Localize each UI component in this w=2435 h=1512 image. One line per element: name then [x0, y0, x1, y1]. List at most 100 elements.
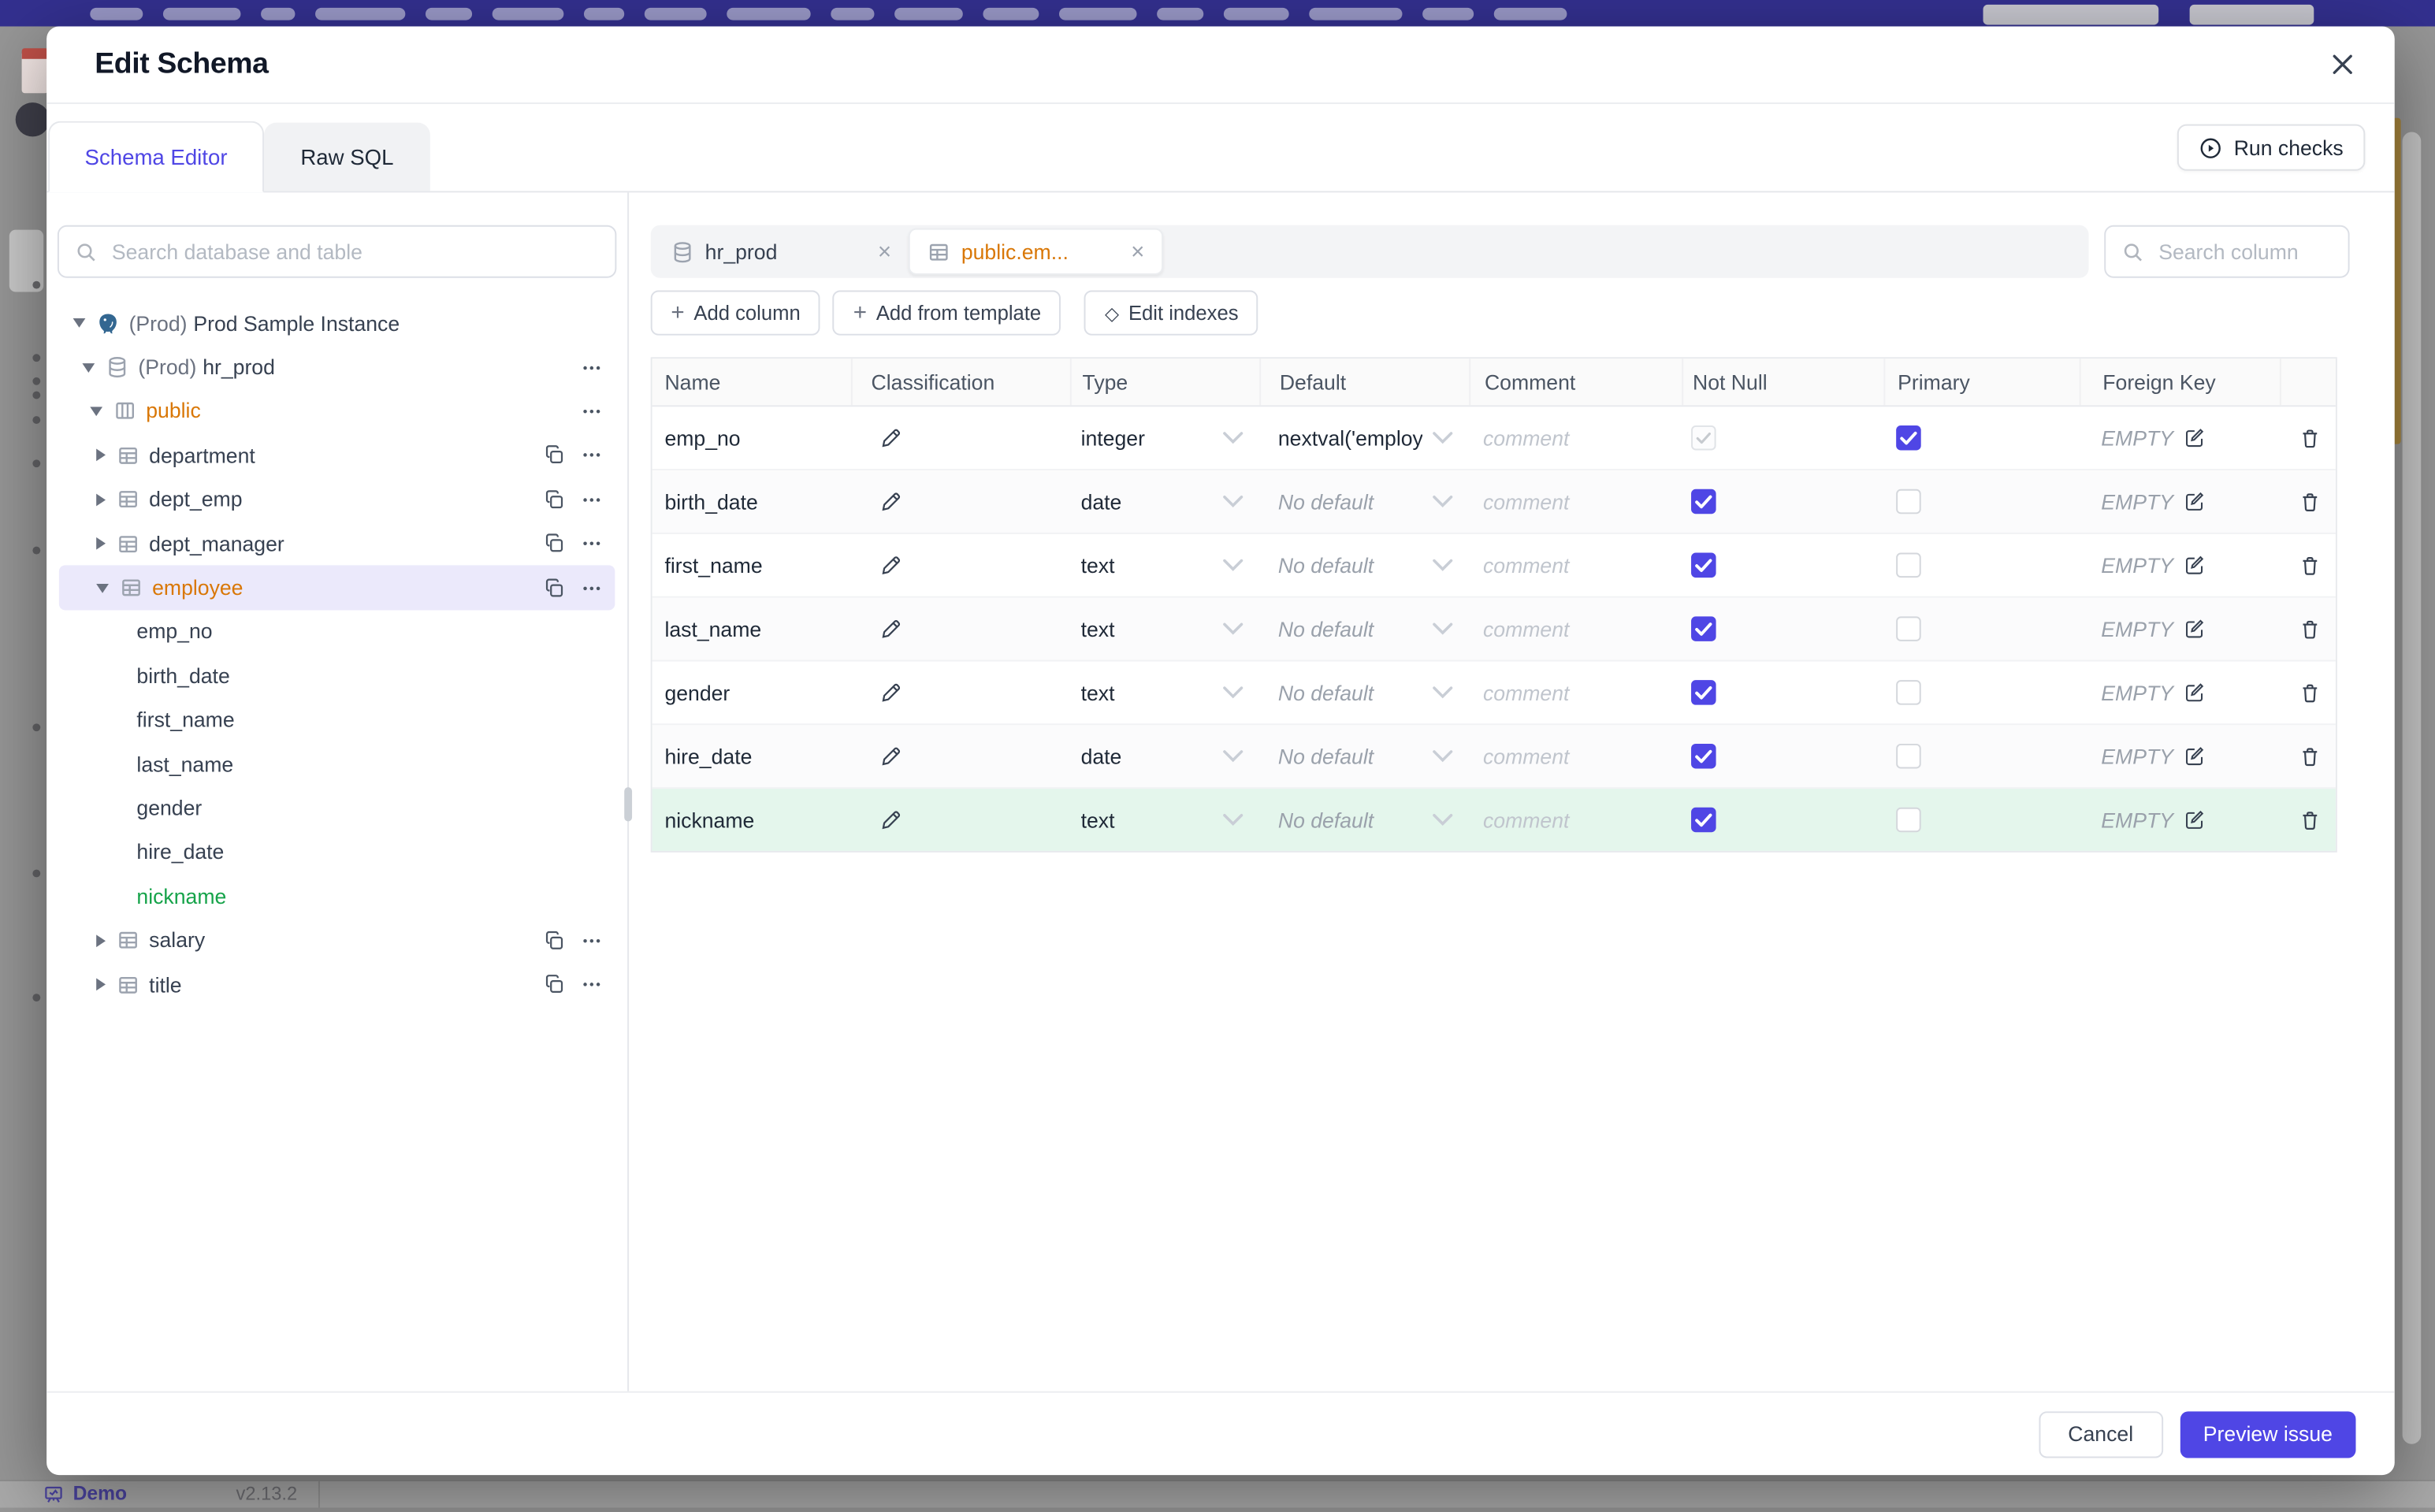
default-select[interactable]: nextval('employ	[1259, 426, 1469, 450]
tree-item-public[interactable]: public	[59, 389, 615, 433]
not-null-checkbox[interactable]	[1691, 680, 1716, 705]
not-null-checkbox[interactable]	[1691, 743, 1716, 769]
copy-icon[interactable]	[544, 533, 566, 555]
comment-input[interactable]: comment	[1469, 490, 1682, 514]
comment-input[interactable]: comment	[1469, 617, 1682, 641]
chevron-down-icon[interactable]	[82, 362, 95, 373]
more-menu-icon[interactable]	[581, 974, 603, 996]
more-menu-icon[interactable]	[581, 533, 603, 555]
run-checks-button[interactable]: Run checks	[2177, 124, 2366, 171]
chevron-right-icon[interactable]	[96, 934, 106, 947]
not-null-checkbox[interactable]	[1691, 616, 1716, 641]
tab-raw-sql[interactable]: Raw SQL	[264, 122, 430, 191]
editor-tab-hr_prod[interactable]: hr_prod ×	[654, 228, 909, 275]
classification-edit-icon[interactable]	[879, 490, 902, 514]
sidebar-resize-handle[interactable]	[624, 787, 633, 822]
type-select[interactable]: date	[1070, 490, 1259, 513]
more-menu-icon[interactable]	[581, 489, 603, 511]
primary-checkbox[interactable]	[1896, 807, 1921, 833]
column-search-input[interactable]	[2155, 238, 2333, 265]
demo-label[interactable]: Demo	[73, 1483, 127, 1505]
close-icon[interactable]	[2326, 49, 2357, 80]
copy-icon[interactable]	[544, 489, 566, 511]
column-name-cell[interactable]: nickname	[652, 808, 851, 832]
default-select[interactable]: No default	[1259, 490, 1469, 513]
tree-item-prod-sample-instance[interactable]: (Prod) Prod Sample Instance	[59, 301, 615, 345]
tab-schema-editor[interactable]: Schema Editor	[48, 121, 265, 193]
primary-checkbox[interactable]	[1896, 743, 1921, 769]
comment-input[interactable]: comment	[1469, 745, 1682, 768]
type-select[interactable]: date	[1070, 745, 1259, 767]
chevron-down-icon[interactable]	[72, 318, 86, 329]
type-select[interactable]: text	[1070, 554, 1259, 577]
classification-edit-icon[interactable]	[879, 554, 902, 578]
tree-item-department[interactable]: department	[59, 433, 615, 477]
edit-foreign-key-icon[interactable]	[2183, 682, 2205, 704]
tree-item-dept_emp[interactable]: dept_emp	[59, 477, 615, 522]
classification-edit-icon[interactable]	[879, 808, 902, 832]
default-select[interactable]: No default	[1259, 617, 1469, 641]
edit-foreign-key-icon[interactable]	[2183, 809, 2205, 831]
column-name-cell[interactable]: birth_date	[652, 490, 851, 514]
tree-item-emp_no[interactable]: emp_no	[59, 610, 615, 654]
type-select[interactable]: text	[1070, 617, 1259, 641]
type-select[interactable]: integer	[1070, 426, 1259, 450]
more-menu-icon[interactable]	[581, 356, 603, 378]
comment-input[interactable]: comment	[1469, 681, 1682, 704]
chevron-right-icon[interactable]	[96, 449, 106, 462]
delete-column-icon[interactable]	[2298, 808, 2322, 832]
classification-edit-icon[interactable]	[879, 426, 902, 450]
column-name-cell[interactable]: emp_no	[652, 426, 851, 450]
more-menu-icon[interactable]	[581, 930, 603, 952]
edit-foreign-key-icon[interactable]	[2183, 491, 2205, 513]
add-from-template-button[interactable]: + Add from template	[833, 290, 1061, 336]
delete-column-icon[interactable]	[2298, 745, 2322, 768]
copy-icon[interactable]	[544, 577, 566, 599]
classification-edit-icon[interactable]	[879, 617, 902, 641]
tree-item-birth_date[interactable]: birth_date	[59, 654, 615, 698]
delete-column-icon[interactable]	[2298, 681, 2322, 704]
database-search-input[interactable]	[108, 238, 600, 265]
tree-item-dept_manager[interactable]: dept_manager	[59, 522, 615, 566]
classification-edit-icon[interactable]	[879, 745, 902, 768]
tree-item-last_name[interactable]: last_name	[59, 742, 615, 786]
chevron-right-icon[interactable]	[96, 493, 106, 506]
edit-foreign-key-icon[interactable]	[2183, 555, 2205, 577]
delete-column-icon[interactable]	[2298, 490, 2322, 514]
delete-column-icon[interactable]	[2298, 617, 2322, 641]
edit-foreign-key-icon[interactable]	[2183, 427, 2205, 449]
chevron-right-icon[interactable]	[96, 978, 106, 991]
default-select[interactable]: No default	[1259, 745, 1469, 767]
chevron-down-icon[interactable]	[96, 583, 109, 593]
tree-item-salary[interactable]: salary	[59, 919, 615, 963]
comment-input[interactable]: comment	[1469, 808, 1682, 832]
default-select[interactable]: No default	[1259, 808, 1469, 831]
add-column-button[interactable]: + Add column	[650, 290, 821, 336]
primary-checkbox[interactable]	[1896, 616, 1921, 641]
chevron-down-icon[interactable]	[90, 407, 103, 417]
edit-foreign-key-icon[interactable]	[2183, 745, 2205, 767]
default-select[interactable]: No default	[1259, 681, 1469, 704]
default-select[interactable]: No default	[1259, 554, 1469, 577]
comment-input[interactable]: comment	[1469, 554, 1682, 578]
type-select[interactable]: text	[1070, 681, 1259, 704]
column-name-cell[interactable]: hire_date	[652, 745, 851, 768]
delete-column-icon[interactable]	[2298, 554, 2322, 578]
copy-icon[interactable]	[544, 974, 566, 996]
more-menu-icon[interactable]	[581, 444, 603, 466]
not-null-checkbox[interactable]	[1691, 552, 1716, 578]
tree-item-employee[interactable]: employee	[58, 565, 615, 610]
delete-column-icon[interactable]	[2298, 426, 2322, 450]
tree-item-title[interactable]: title	[59, 963, 615, 1007]
primary-checkbox[interactable]	[1896, 425, 1921, 451]
page-scrollbar[interactable]	[2402, 132, 2422, 1444]
classification-edit-icon[interactable]	[879, 681, 902, 704]
more-menu-icon[interactable]	[581, 577, 603, 599]
tree-item-hr_prod[interactable]: (Prod) hr_prod	[59, 345, 615, 389]
primary-checkbox[interactable]	[1896, 680, 1921, 705]
primary-checkbox[interactable]	[1896, 552, 1921, 578]
tab-close-icon[interactable]: ×	[1131, 240, 1144, 263]
not-null-checkbox[interactable]	[1691, 807, 1716, 833]
preview-issue-button[interactable]: Preview issue	[2180, 1410, 2356, 1458]
tab-close-icon[interactable]: ×	[878, 240, 891, 263]
